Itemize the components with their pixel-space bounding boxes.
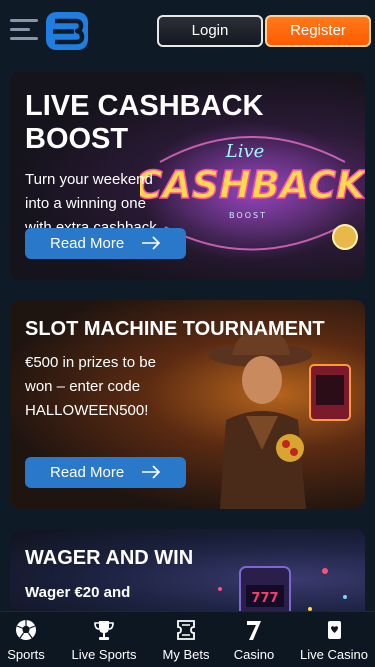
arrow-right-icon	[142, 465, 161, 479]
seven-icon	[247, 621, 261, 640]
register-button[interactable]: Register	[265, 15, 371, 47]
trophy-icon	[94, 621, 114, 640]
nav-label: Casino	[233, 647, 275, 662]
nav-label: Sports	[7, 647, 45, 662]
ticket-icon	[177, 620, 195, 640]
nav-label: Live Sports	[71, 647, 137, 662]
promo-title: WAGER AND WIN	[25, 547, 194, 569]
arrow-right-icon	[142, 236, 161, 250]
nav-live-casino[interactable]: Live Casino	[294, 612, 374, 667]
login-button[interactable]: Login	[157, 15, 263, 47]
nav-label: Live Casino	[300, 647, 368, 662]
promo-card-tournament[interactable]: SLOT MACHINE TOURNAMENT €500 in prizes t…	[10, 300, 365, 509]
promo-card-cashback[interactable]: Live CASHBACK BOOST LIVE CASHBACK BOOST …	[10, 72, 365, 280]
nav-label: My Bets	[162, 647, 210, 662]
read-more-button[interactable]: Read More	[25, 228, 186, 259]
menu-icon[interactable]	[10, 19, 38, 41]
nav-my-bets[interactable]: My Bets	[156, 612, 216, 667]
cards-icon	[328, 621, 341, 639]
soccer-ball-icon	[16, 620, 36, 640]
svg-text:777: 777	[251, 591, 278, 606]
promo-title: LIVE CASHBACK BOOST	[25, 90, 264, 155]
promo-description: Turn your weekend into a winning one wit…	[25, 171, 157, 228]
nav-casino[interactable]: Casino	[228, 612, 280, 667]
top-header: Login Register	[0, 0, 375, 62]
bottom-navigation: Sports Live Sports My Bets Casino Live C…	[0, 611, 375, 667]
nav-sports[interactable]: Sports	[0, 612, 52, 667]
brand-logo[interactable]	[46, 12, 88, 50]
read-more-button[interactable]: Read More	[25, 457, 186, 488]
svg-text:BOOST: BOOST	[229, 211, 267, 220]
promo-title: SLOT MACHINE TOURNAMENT	[25, 318, 325, 340]
nav-live-sports[interactable]: Live Sports	[62, 612, 146, 667]
promo-description: Wager €20 and	[25, 584, 131, 601]
promo-description: €500 in prizes to be won – enter code HA…	[25, 354, 156, 419]
adventurer-art	[208, 329, 351, 509]
